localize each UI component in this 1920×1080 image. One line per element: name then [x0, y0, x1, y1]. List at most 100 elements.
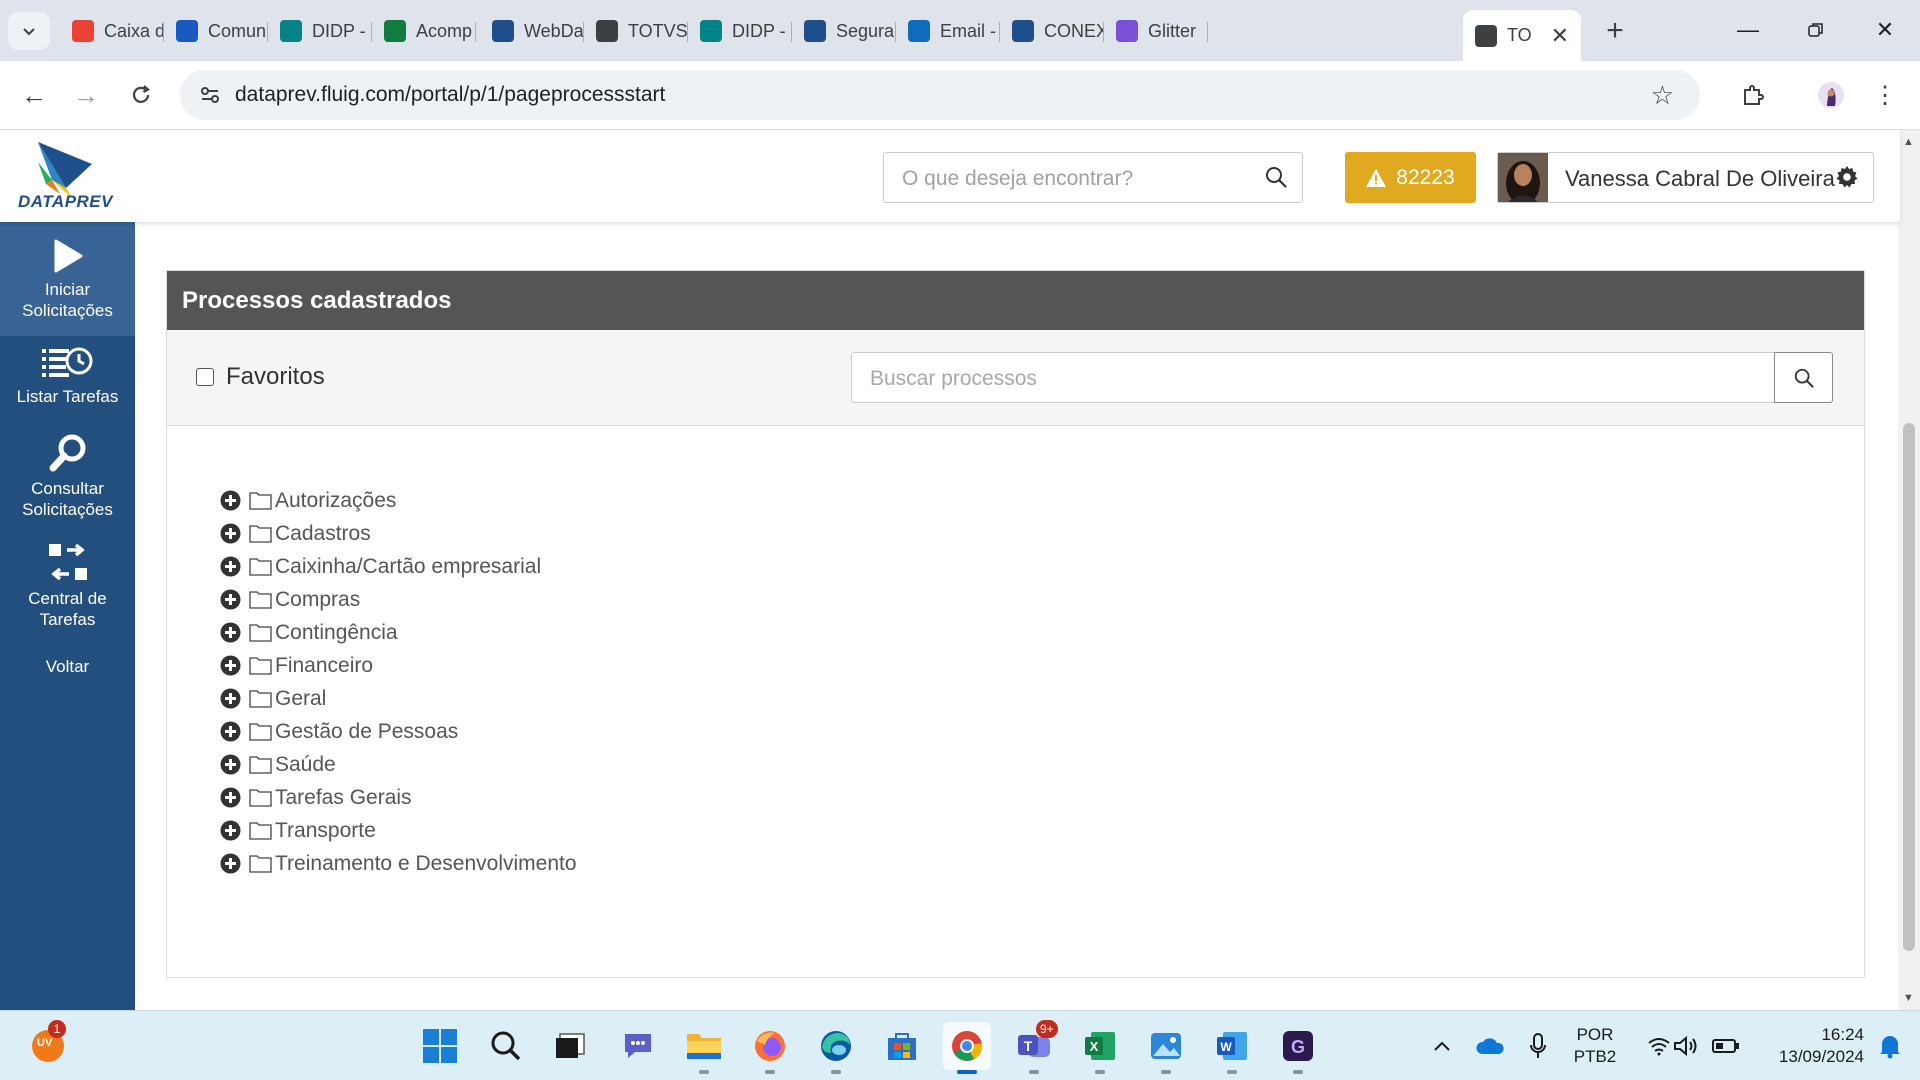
plus-circle-icon[interactable]	[220, 787, 241, 808]
excel-app[interactable]: X	[1076, 1022, 1124, 1074]
plus-circle-icon[interactable]	[220, 853, 241, 874]
plus-circle-icon[interactable]	[220, 556, 241, 577]
teams-app[interactable]: T 9+	[1010, 1020, 1058, 1074]
extensions-button[interactable]	[1734, 76, 1772, 114]
chrome-app[interactable]	[943, 1022, 991, 1074]
close-window-button[interactable]: ✕	[1855, 12, 1915, 48]
profile-button[interactable]	[1812, 76, 1850, 114]
tab-title: Segura	[836, 20, 895, 41]
edge-app[interactable]	[812, 1022, 860, 1074]
tree-item[interactable]: Financeiro	[220, 649, 577, 682]
show-hidden-icons-button[interactable]	[1418, 1022, 1466, 1070]
tree-item[interactable]: Transporte	[220, 814, 577, 847]
minimize-button[interactable]: —	[1718, 12, 1778, 48]
tree-item-label: Tarefas Gerais	[275, 785, 412, 809]
browser-tab[interactable]: Glitter	[1104, 12, 1208, 50]
sidebar-item-central-de-tarefas[interactable]: Central de Tarefas	[0, 542, 135, 638]
new-tab-button[interactable]: +	[1598, 14, 1632, 48]
clock[interactable]: 16:24 13/09/2024	[1754, 1024, 1864, 1068]
browser-menu-button[interactable]: ⋮	[1866, 76, 1904, 114]
browser-tab[interactable]: Acomp	[372, 12, 476, 50]
forward-button[interactable]: →	[68, 77, 104, 113]
onedrive-tray[interactable]	[1466, 1022, 1514, 1070]
global-search-input[interactable]	[902, 167, 1242, 191]
bookmark-star-icon[interactable]: ☆	[1651, 80, 1674, 111]
sidebar-item-consultar-solicitacoes[interactable]: Consultar Solicitações	[0, 434, 135, 530]
browser-tab[interactable]: Comun	[164, 12, 268, 50]
process-search-button[interactable]	[1774, 352, 1833, 403]
task-list-clock-icon	[41, 347, 92, 377]
tree-item[interactable]: Compras	[220, 583, 577, 616]
plus-circle-icon[interactable]	[220, 490, 241, 511]
notifications-alert-button[interactable]: 82223	[1345, 152, 1476, 203]
back-button[interactable]: ←	[16, 77, 52, 113]
tree-item[interactable]: Geral	[220, 682, 577, 715]
browser-tab[interactable]: WebDa	[480, 12, 584, 50]
dataprev-icon	[492, 20, 514, 42]
tree-item[interactable]: Gestão de Pessoas	[220, 715, 577, 748]
tree-item[interactable]: Saúde	[220, 748, 577, 781]
user-menu[interactable]: Vanessa Cabral De Oliveira	[1497, 152, 1874, 203]
gear-icon[interactable]	[1835, 165, 1859, 189]
logo-text: DATAPREV	[18, 192, 113, 211]
process-search-input[interactable]	[870, 367, 1750, 391]
tree-item[interactable]: Autorizações	[220, 484, 577, 517]
restore-button[interactable]	[1786, 12, 1846, 48]
close-tab-icon[interactable]: ✕	[1551, 23, 1569, 49]
task-view-button[interactable]	[546, 1022, 594, 1070]
battery-tray[interactable]	[1702, 1022, 1750, 1070]
plus-circle-icon[interactable]	[220, 589, 241, 610]
search-icon[interactable]	[1264, 165, 1288, 189]
browser-tab[interactable]: TO ✕	[1463, 10, 1581, 61]
chrome-icon	[952, 1031, 983, 1061]
start-button[interactable]	[416, 1022, 464, 1070]
plus-circle-icon[interactable]	[220, 523, 241, 544]
favorites-checkbox[interactable]	[196, 368, 214, 386]
browser-tab[interactable]: Email -	[896, 12, 1000, 50]
microsoft-store-app[interactable]	[878, 1022, 926, 1070]
sidebar-item-voltar[interactable]: Voltar	[0, 656, 135, 690]
browser-tab[interactable]: Segura	[792, 12, 896, 50]
browser-tab[interactable]: Caixa d	[60, 12, 164, 50]
site-settings-icon[interactable]	[198, 83, 222, 107]
tree-item[interactable]: Treinamento e Desenvolvimento	[220, 847, 577, 880]
firefox-app[interactable]	[746, 1022, 794, 1074]
tree-item[interactable]: Cadastros	[220, 517, 577, 550]
tree-item-label: Transporte	[275, 818, 376, 842]
tree-item[interactable]: Contingência	[220, 616, 577, 649]
scroll-down-arrow-icon[interactable]: ▼	[1903, 992, 1914, 1004]
tab-search-button[interactable]	[8, 12, 50, 50]
browser-tab[interactable]: TOTVS	[584, 12, 688, 50]
plus-circle-icon[interactable]	[220, 622, 241, 643]
plus-circle-icon[interactable]	[220, 655, 241, 676]
teams-chat-app[interactable]	[614, 1022, 662, 1070]
language-indicator[interactable]: POR PTB2	[1565, 1024, 1625, 1068]
glitter-app[interactable]: G	[1274, 1022, 1322, 1074]
folder-icon	[249, 756, 272, 774]
browser-tab[interactable]: CONEX	[1000, 12, 1104, 50]
tree-item[interactable]: Caixinha/Cartão empresarial	[220, 550, 577, 583]
address-bar[interactable]: dataprev.fluig.com/portal/p/1/pageproces…	[180, 70, 1700, 120]
page-scrollbar[interactable]: ▲ ▼	[1898, 130, 1920, 1010]
word-app[interactable]: W	[1208, 1022, 1256, 1074]
file-explorer-app[interactable]	[680, 1022, 728, 1074]
plus-circle-icon[interactable]	[220, 754, 241, 775]
weather-widget[interactable]: UV 1	[24, 1020, 72, 1070]
browser-tab[interactable]: DIDP -	[268, 12, 372, 50]
tab-title: Comun	[208, 20, 267, 41]
plus-circle-icon[interactable]	[220, 820, 241, 841]
plus-circle-icon[interactable]	[220, 721, 241, 742]
notifications-button[interactable]	[1866, 1022, 1914, 1070]
taskbar-search[interactable]	[482, 1022, 530, 1070]
sidebar-item-iniciar-solicitacoes[interactable]: Iniciar Solicitações	[0, 222, 135, 336]
scrollbar-thumb[interactable]	[1903, 423, 1915, 951]
tree-item[interactable]: Tarefas Gerais	[220, 781, 577, 814]
sidebar-item-listar-tarefas[interactable]: Listar Tarefas	[0, 346, 135, 426]
browser-tab[interactable]: DIDP -	[688, 12, 792, 50]
photos-app[interactable]	[1142, 1022, 1190, 1074]
favorites-label[interactable]: Favoritos	[226, 363, 325, 391]
plus-circle-icon[interactable]	[220, 688, 241, 709]
reload-button[interactable]	[123, 77, 159, 113]
scroll-up-arrow-icon[interactable]: ▲	[1903, 136, 1914, 148]
microphone-tray[interactable]	[1514, 1022, 1562, 1070]
